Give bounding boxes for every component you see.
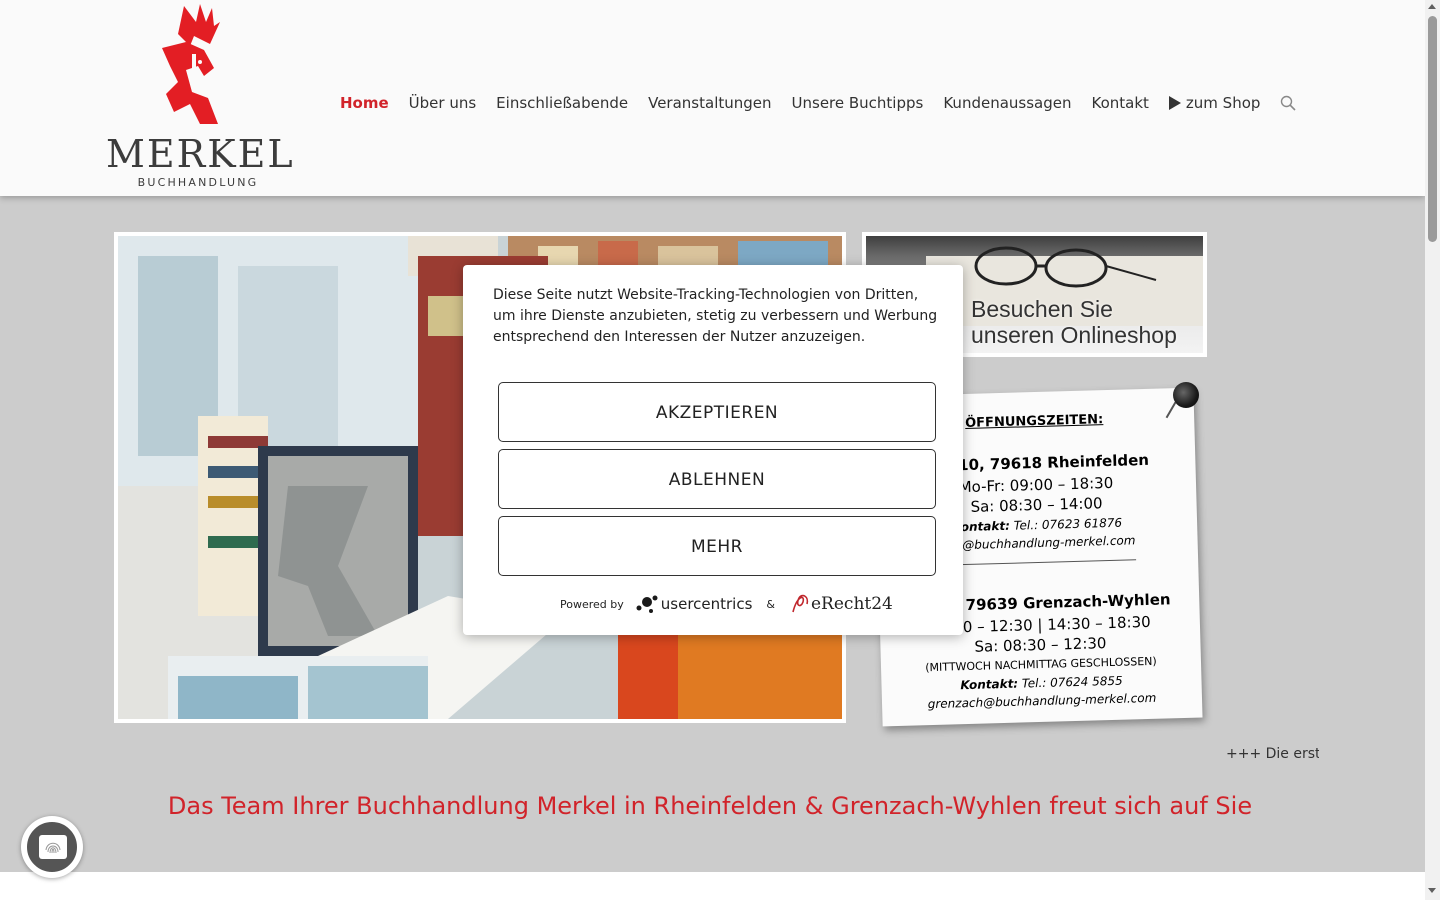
shop2-contact-label: Kontakt: bbox=[960, 676, 1019, 693]
erecht24-flourish-icon bbox=[792, 594, 809, 613]
nav-item-einschliessabende[interactable]: Einschließabende bbox=[496, 94, 628, 112]
page-scrollbar[interactable] bbox=[1425, 0, 1440, 900]
nav-item-kontakt[interactable]: Kontakt bbox=[1091, 94, 1148, 112]
usercentrics-dots-icon bbox=[636, 595, 658, 613]
logo-wordmark: MERKEL bbox=[106, 132, 295, 176]
consent-text: Diese Seite nutzt Website-Tracking-Techn… bbox=[493, 287, 938, 345]
privacy-button-inner bbox=[26, 821, 78, 873]
erecht24-wordmark: eRecht24 bbox=[811, 594, 893, 614]
main-nav: Home Über uns Einschließabende Veranstal… bbox=[340, 94, 1296, 112]
nav-item-shop-label: zum Shop bbox=[1185, 94, 1261, 112]
nav-item-shop[interactable]: zum Shop bbox=[1168, 94, 1261, 112]
fingerprint-icon bbox=[39, 835, 67, 859]
privacy-settings-button[interactable] bbox=[21, 816, 83, 878]
nav-item-ueber-uns[interactable]: Über uns bbox=[409, 94, 477, 112]
team-tagline: Das Team Ihrer Buchhandlung Merkel in Rh… bbox=[167, 792, 1253, 820]
reading-figure-logo-icon bbox=[162, 4, 220, 124]
onlineshop-line-1: Besuchen Sie bbox=[971, 296, 1113, 322]
nav-item-kundenaussagen[interactable]: Kundenaussagen bbox=[943, 94, 1071, 112]
logo-subtitle: BUCHHANDLUNG bbox=[137, 176, 259, 189]
scroll-up-arrow-icon[interactable] bbox=[1428, 4, 1436, 9]
powered-by: Powered by usercentrics & eRecht24 bbox=[560, 592, 893, 616]
usercentrics-logo[interactable]: usercentrics bbox=[636, 594, 753, 614]
shop2-phone[interactable]: Tel.: 07624 5855 bbox=[1022, 674, 1123, 691]
search-icon[interactable] bbox=[1280, 95, 1296, 111]
scroll-down-arrow-icon[interactable] bbox=[1428, 888, 1436, 893]
more-button[interactable]: MEHR bbox=[498, 516, 936, 576]
cookie-consent-dialog: Diese Seite nutzt Website-Tracking-Techn… bbox=[463, 265, 963, 635]
scrollbar-thumb[interactable] bbox=[1428, 16, 1437, 242]
note-divider bbox=[960, 559, 1137, 566]
decline-button[interactable]: ABLEHNEN bbox=[498, 449, 936, 509]
news-ticker[interactable]: +++ Die erster bbox=[1226, 746, 1319, 762]
powered-amp: & bbox=[766, 597, 775, 611]
onlineshop-line-2: unseren Onlineshop bbox=[971, 322, 1177, 348]
onlineshop-banner-text: Besuchen Sie unseren Onlineshop bbox=[971, 296, 1177, 348]
site-header: MERKEL BUCHHANDLUNG Home Über uns Einsch… bbox=[0, 0, 1425, 196]
powered-by-label: Powered by bbox=[560, 597, 624, 611]
accept-button[interactable]: AKZEPTIEREN bbox=[498, 382, 936, 442]
erecht24-logo[interactable]: eRecht24 bbox=[789, 592, 893, 616]
usercentrics-wordmark: usercentrics bbox=[660, 595, 753, 613]
pushpin-icon bbox=[1173, 382, 1199, 408]
merkel-logo[interactable]: MERKEL BUCHHANDLUNG bbox=[106, 4, 295, 190]
nav-item-home[interactable]: Home bbox=[340, 94, 389, 112]
nav-item-buchtipps[interactable]: Unsere Buchtipps bbox=[792, 94, 924, 112]
nav-item-veranstaltungen[interactable]: Veranstaltungen bbox=[648, 94, 771, 112]
shop1-phone[interactable]: Tel.: 07623 61876 bbox=[1014, 516, 1123, 533]
play-icon bbox=[1168, 96, 1181, 110]
